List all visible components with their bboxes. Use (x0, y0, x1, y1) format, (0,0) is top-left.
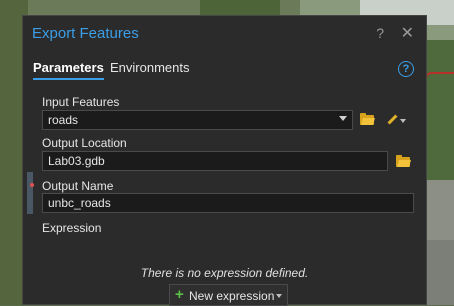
chevron-down-icon (339, 116, 347, 121)
help-icon[interactable]: ? (376, 25, 384, 41)
close-icon[interactable]: ✕ (401, 23, 414, 43)
plus-icon: + (175, 286, 184, 303)
input-features-dropdown[interactable]: roads (42, 110, 353, 130)
map-road-feature (424, 72, 454, 294)
chevron-down-icon[interactable] (276, 294, 282, 298)
output-name-value: unbc_roads (48, 196, 111, 210)
output-location-label: Output Location (42, 136, 127, 150)
required-indicator-bar (27, 172, 33, 214)
expression-label: Expression (42, 221, 102, 235)
export-features-dialog: Export Features ? ✕ Parameters Environme… (22, 15, 427, 306)
output-location-field[interactable]: Lab03.gdb (42, 151, 388, 171)
required-dot-icon (30, 183, 34, 187)
title-bar[interactable]: Export Features ? ✕ (23, 16, 426, 52)
tab-bar: Parameters Environments ? (33, 60, 416, 82)
tab-parameters[interactable]: Parameters (33, 60, 104, 80)
new-expression-label: New expression (189, 289, 275, 303)
help-circle-icon[interactable]: ? (398, 61, 414, 77)
no-expression-message: There is no expression defined. (140, 266, 309, 280)
folder-icon[interactable] (360, 113, 375, 125)
dialog-title: Export Features (32, 25, 139, 42)
tab-environments[interactable]: Environments (110, 60, 189, 75)
folder-icon[interactable] (396, 155, 411, 167)
new-expression-button[interactable]: + New expression (169, 284, 288, 306)
output-location-value: Lab03.gdb (48, 154, 105, 168)
output-name-field[interactable]: unbc_roads (42, 193, 414, 213)
output-name-label: Output Name (42, 179, 114, 193)
pencil-icon[interactable] (385, 113, 406, 127)
input-features-value: roads (48, 113, 79, 127)
input-features-label: Input Features (42, 95, 120, 109)
